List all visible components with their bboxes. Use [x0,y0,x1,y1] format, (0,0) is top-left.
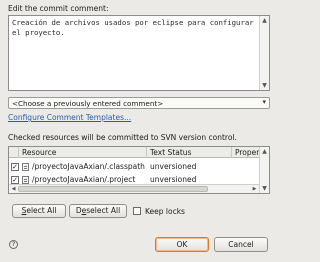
scroll-right-icon[interactable]: ▶ [250,185,259,193]
cancel-button[interactable]: Cancel [214,237,268,252]
row-checkbox[interactable]: ✓ [11,176,19,184]
keep-locks-checkbox[interactable] [133,207,141,215]
property-status [235,161,260,173]
resources-table[interactable]: Resource Text Status Property S ✓ /proye… [8,146,270,194]
scroll-down-icon[interactable]: ▼ [260,81,269,90]
row-checkbox[interactable]: ✓ [11,163,19,171]
previous-comment-dropdown[interactable]: <Choose a previously entered comment> ▾ [8,97,270,109]
column-header-property-status[interactable]: Property S [232,147,261,158]
keep-locks-label: Keep locks [145,207,185,216]
file-icon [22,176,29,184]
ok-button[interactable]: OK [155,237,209,252]
text-status: unversioned [150,162,197,171]
select-all-button[interactable]: Select All [12,204,66,218]
resource-path: /proyectoJavaAxian/.classpath [32,162,145,171]
commit-comment-textarea[interactable]: Creación de archivos usados por eclipse … [8,15,270,91]
resources-caption: Checked resources will be committed to S… [8,133,237,142]
configure-templates-link[interactable]: Configure Comment Templates... [8,113,131,122]
file-icon [22,163,29,171]
scroll-up-icon[interactable]: ▲ [260,16,269,25]
scroll-left-icon[interactable]: ◀ [9,185,18,193]
scroll-up-icon[interactable]: ▲ [260,147,269,156]
table-header: Resource Text Status Property S [9,147,261,158]
table-horizontal-scrollbar[interactable]: ◀ ▶ [9,184,259,193]
table-row[interactable]: ✓ /proyectoJavaAxian/.classpath unversio… [9,161,259,173]
chevron-down-icon[interactable]: ▾ [262,98,266,106]
horizontal-scroll-thumb[interactable] [18,186,208,192]
deselect-all-button[interactable]: Deselect All [69,204,127,218]
column-header-resource[interactable]: Resource [19,147,147,158]
column-header-text-status[interactable]: Text Status [147,147,232,158]
commit-comment-text[interactable]: Creación de archivos usados por eclipse … [12,18,255,37]
commit-comment-label: Edit the commit comment: [8,4,109,13]
comment-vertical-scrollbar[interactable]: ▲ ▼ [259,16,269,90]
table-vertical-scrollbar[interactable]: ▲ ▼ [259,147,269,193]
previous-comment-value: <Choose a previously entered comment> [12,99,164,108]
help-icon[interactable]: ? [9,240,18,249]
scroll-down-icon[interactable]: ▼ [260,184,269,193]
header-check-column[interactable] [9,147,19,158]
